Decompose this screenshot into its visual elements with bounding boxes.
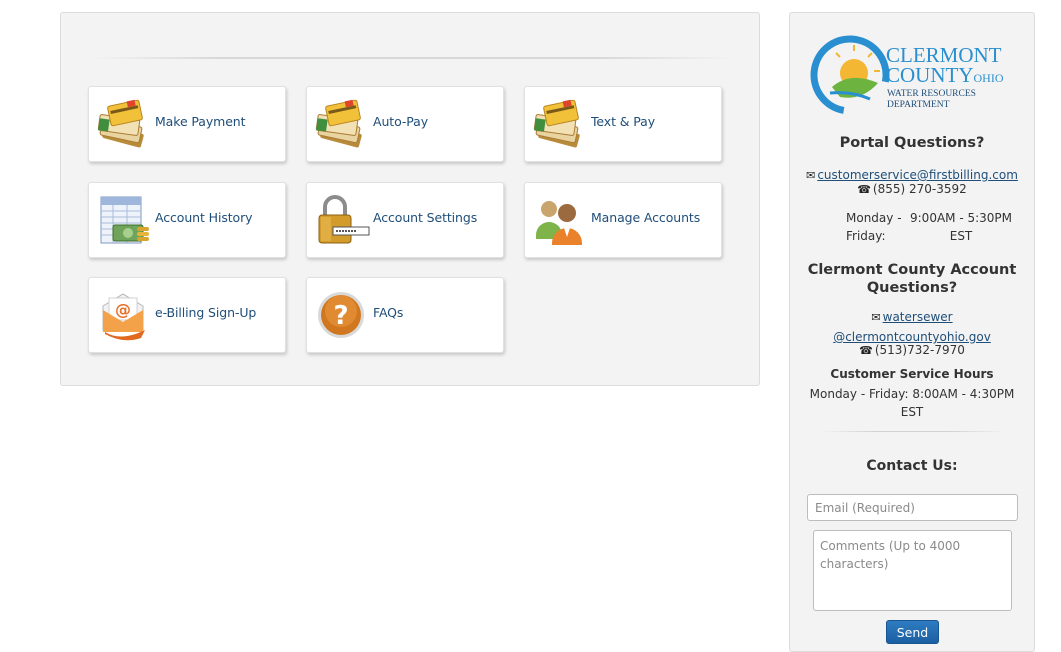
envelope-icon: ✉	[806, 169, 816, 182]
email-envelope-icon: @	[102, 293, 145, 341]
ebilling-signup-tile[interactable]: @ e-Billing Sign-Up	[88, 277, 286, 353]
portal-hours-days: Monday - Friday:	[846, 211, 902, 243]
county-email-link-1[interactable]: watersewer	[883, 310, 953, 324]
credit-card-stack-icon	[97, 99, 153, 151]
services-panel: Make Payment Auto-Pay Text & Pay Account…	[60, 12, 760, 386]
county-phone: (513)732-7970	[874, 343, 965, 357]
question-mark-icon: ?	[318, 292, 364, 338]
comments-field[interactable]	[813, 530, 1012, 611]
svg-text:?: ?	[333, 301, 348, 331]
panel-divider	[91, 57, 731, 59]
clermont-county-logo: CLERMONT COUNTYOHIO WATER RESOURCES DEPA…	[810, 35, 1020, 115]
text-pay-tile[interactable]: Text & Pay	[524, 86, 722, 162]
faqs-label: FAQs	[373, 305, 404, 320]
county-questions-heading: Clermont County Account Questions?	[807, 262, 1017, 296]
logo-line-clermont: CLERMONT	[886, 43, 1002, 67]
envelope-icon: ✉	[871, 311, 881, 324]
portal-phone: (855) 270-3592	[872, 182, 967, 196]
auto-pay-label: Auto-Pay	[373, 114, 428, 129]
county-email-row: ✉ watersewer @clermontcountyohio.gov	[790, 307, 1034, 346]
logo-line-county: COUNTYOHIO	[886, 63, 1004, 87]
account-settings-tile[interactable]: Account Settings	[306, 182, 504, 258]
county-email-link-2[interactable]: @clermontcountyohio.gov	[833, 330, 991, 344]
send-button[interactable]: Send	[886, 620, 939, 644]
ebilling-signup-label: e-Billing Sign-Up	[155, 305, 257, 320]
portal-questions-heading: Portal Questions?	[839, 135, 985, 151]
portal-email-link[interactable]: customerservice@firstbilling.com	[817, 168, 1018, 182]
portal-hours-times: 9:00AM - 5:30PM EST	[910, 211, 1013, 243]
users-icon	[536, 201, 582, 245]
make-payment-tile[interactable]: Make Payment	[88, 86, 286, 162]
logo-line-department: DEPARTMENT	[887, 100, 950, 110]
phone-icon: ☎	[857, 183, 871, 196]
text-pay-label: Text & Pay	[591, 114, 656, 129]
ledger-money-icon	[100, 196, 149, 244]
portal-email-row: ✉ customerservice@firstbilling.com	[790, 164, 1034, 183]
auto-pay-tile[interactable]: Auto-Pay	[306, 86, 504, 162]
contact-sidebar: CLERMONT COUNTYOHIO WATER RESOURCES DEPA…	[789, 12, 1035, 652]
account-history-tile[interactable]: Account History	[88, 182, 286, 258]
account-settings-label: Account Settings	[373, 210, 478, 225]
portal-phone-row: ☎ (855) 270-3592	[790, 182, 1034, 196]
customer-service-hours-heading: Customer Service Hours	[830, 367, 994, 381]
make-payment-label: Make Payment	[155, 114, 246, 129]
credit-card-stack-icon	[315, 99, 371, 151]
manage-accounts-tile[interactable]: Manage Accounts	[524, 182, 722, 258]
account-history-label: Account History	[155, 210, 253, 225]
svg-text:@: @	[115, 300, 131, 319]
contact-us-heading: Contact Us:	[866, 458, 958, 474]
sidebar-divider	[820, 431, 1006, 432]
credit-card-stack-icon	[533, 99, 589, 151]
email-field[interactable]	[807, 494, 1018, 521]
faqs-tile[interactable]: ? FAQs	[306, 277, 504, 353]
logo-line-water-resources: WATER RESOURCES	[887, 89, 976, 99]
phone-icon: ☎	[859, 344, 873, 357]
manage-accounts-label: Manage Accounts	[591, 210, 701, 225]
county-phone-row: ☎ (513)732-7970	[790, 343, 1034, 357]
customer-service-hours: Monday - Friday: 8:00AM - 4:30PM EST	[809, 387, 1015, 419]
logo-emblem-icon	[810, 35, 890, 115]
padlock-password-icon	[318, 195, 370, 244]
